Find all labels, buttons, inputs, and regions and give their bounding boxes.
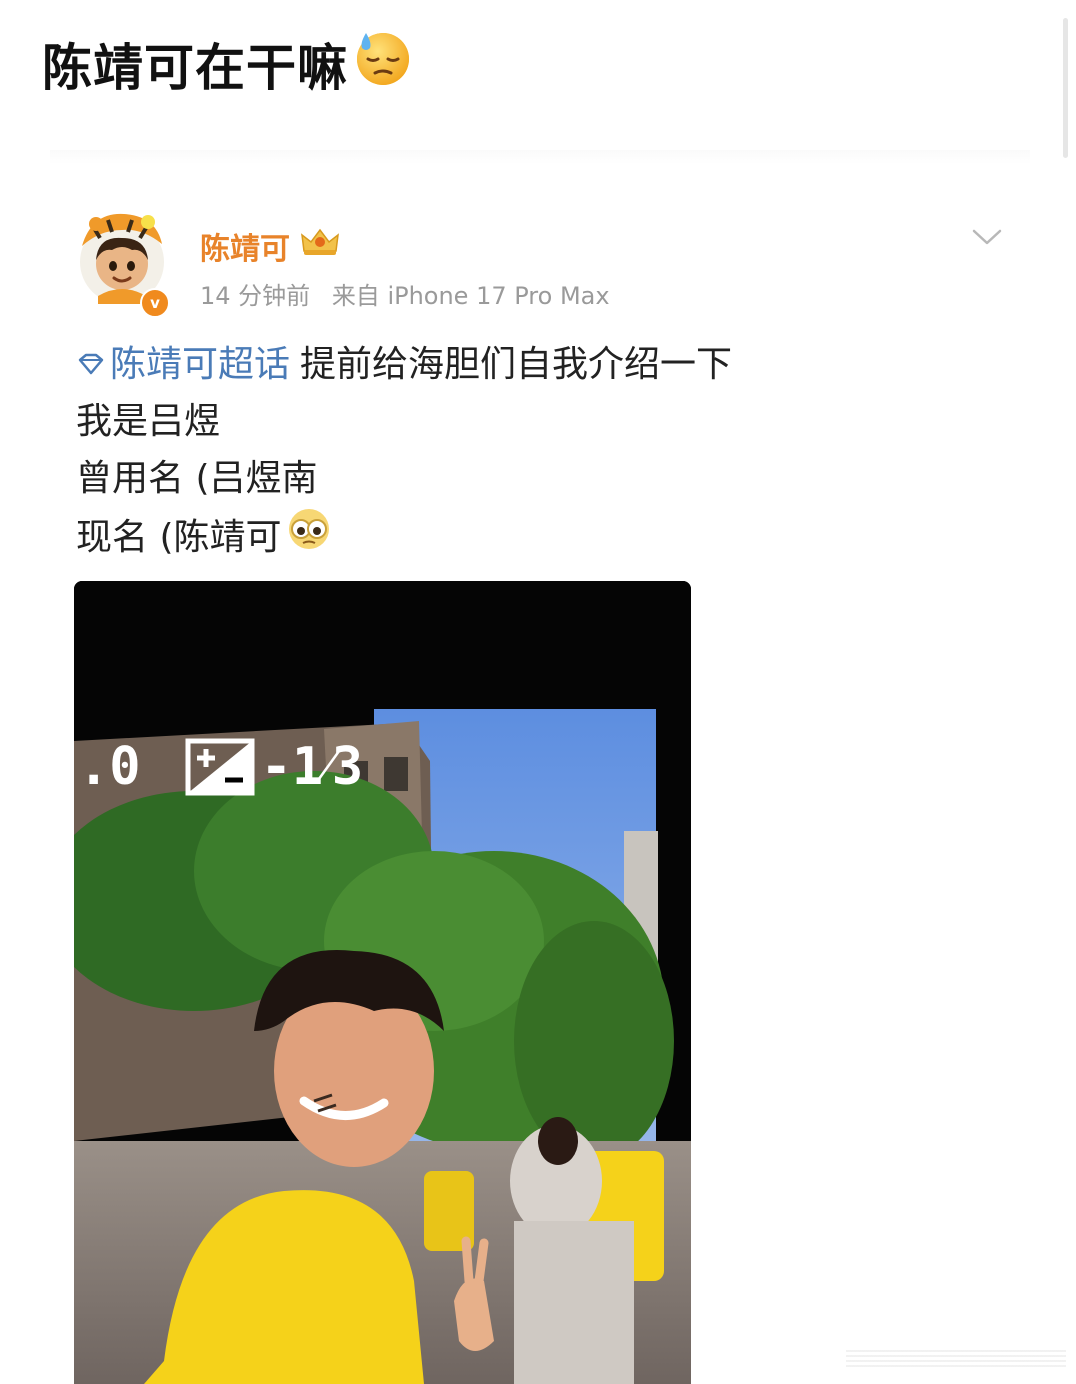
verified-badge: v [140, 288, 170, 318]
post-line: 我是吕煜 [76, 393, 976, 450]
exposure-compensation-icon [185, 738, 255, 796]
post-line: 陈靖可超话 提前给海胆们自我介绍一下 [76, 336, 976, 393]
diamond-icon [76, 336, 106, 393]
overlay-exposure-value: -1⁄3 [260, 737, 364, 797]
post-meta: 14 分钟前 来自 iPhone 17 Pro Max [200, 276, 610, 311]
page-title: 陈靖可在干嘛 [42, 28, 412, 100]
post-line-1: 提前给海胆们自我介绍一下 [300, 344, 733, 385]
username-text[interactable]: 陈靖可 [200, 224, 290, 268]
post-line-2: 我是吕煜 [76, 401, 221, 442]
post-body: 陈靖可超话 提前给海胆们自我介绍一下 我是吕煜 曾用名 (吕煜南 现名 (陈靖可 [76, 336, 976, 568]
post-line-4: 现名 (陈靖可 [76, 517, 282, 558]
username[interactable]: 陈靖可 [200, 224, 340, 268]
weibo-post-card: v 陈靖可 14 分钟前 来自 iPhone 17 Pro Max 陈靖可超话 … [40, 180, 1030, 1384]
topic-label[interactable]: 陈靖可超话 [110, 336, 290, 393]
teary-eyes-emoji-icon [286, 507, 332, 568]
post-line: 曾用名 (吕煜南 [76, 450, 976, 507]
post-time: 14 分钟前 [200, 282, 311, 310]
divider [50, 150, 1030, 164]
scrollbar[interactable] [1063, 18, 1068, 158]
topic-link[interactable]: 陈靖可超话 [76, 336, 300, 393]
post-photo[interactable]: .0 -1⁄3 [74, 581, 691, 1384]
post-source: 来自 iPhone 17 Pro Max [331, 282, 610, 310]
overlay-left-value: .0 [78, 737, 141, 797]
chevron-down-icon[interactable] [970, 226, 1004, 248]
downcast-face-with-sweat-emoji-icon [354, 29, 412, 99]
page-title-text: 陈靖可在干嘛 [42, 39, 348, 97]
scroll-indicator [846, 1350, 1066, 1370]
camera-overlay: .0 -1⁄3 [78, 737, 363, 797]
crown-vip-badge-icon [300, 227, 340, 265]
post-line: 现名 (陈靖可 [76, 507, 976, 568]
post-line-3: 曾用名 (吕煜南 [76, 458, 318, 499]
